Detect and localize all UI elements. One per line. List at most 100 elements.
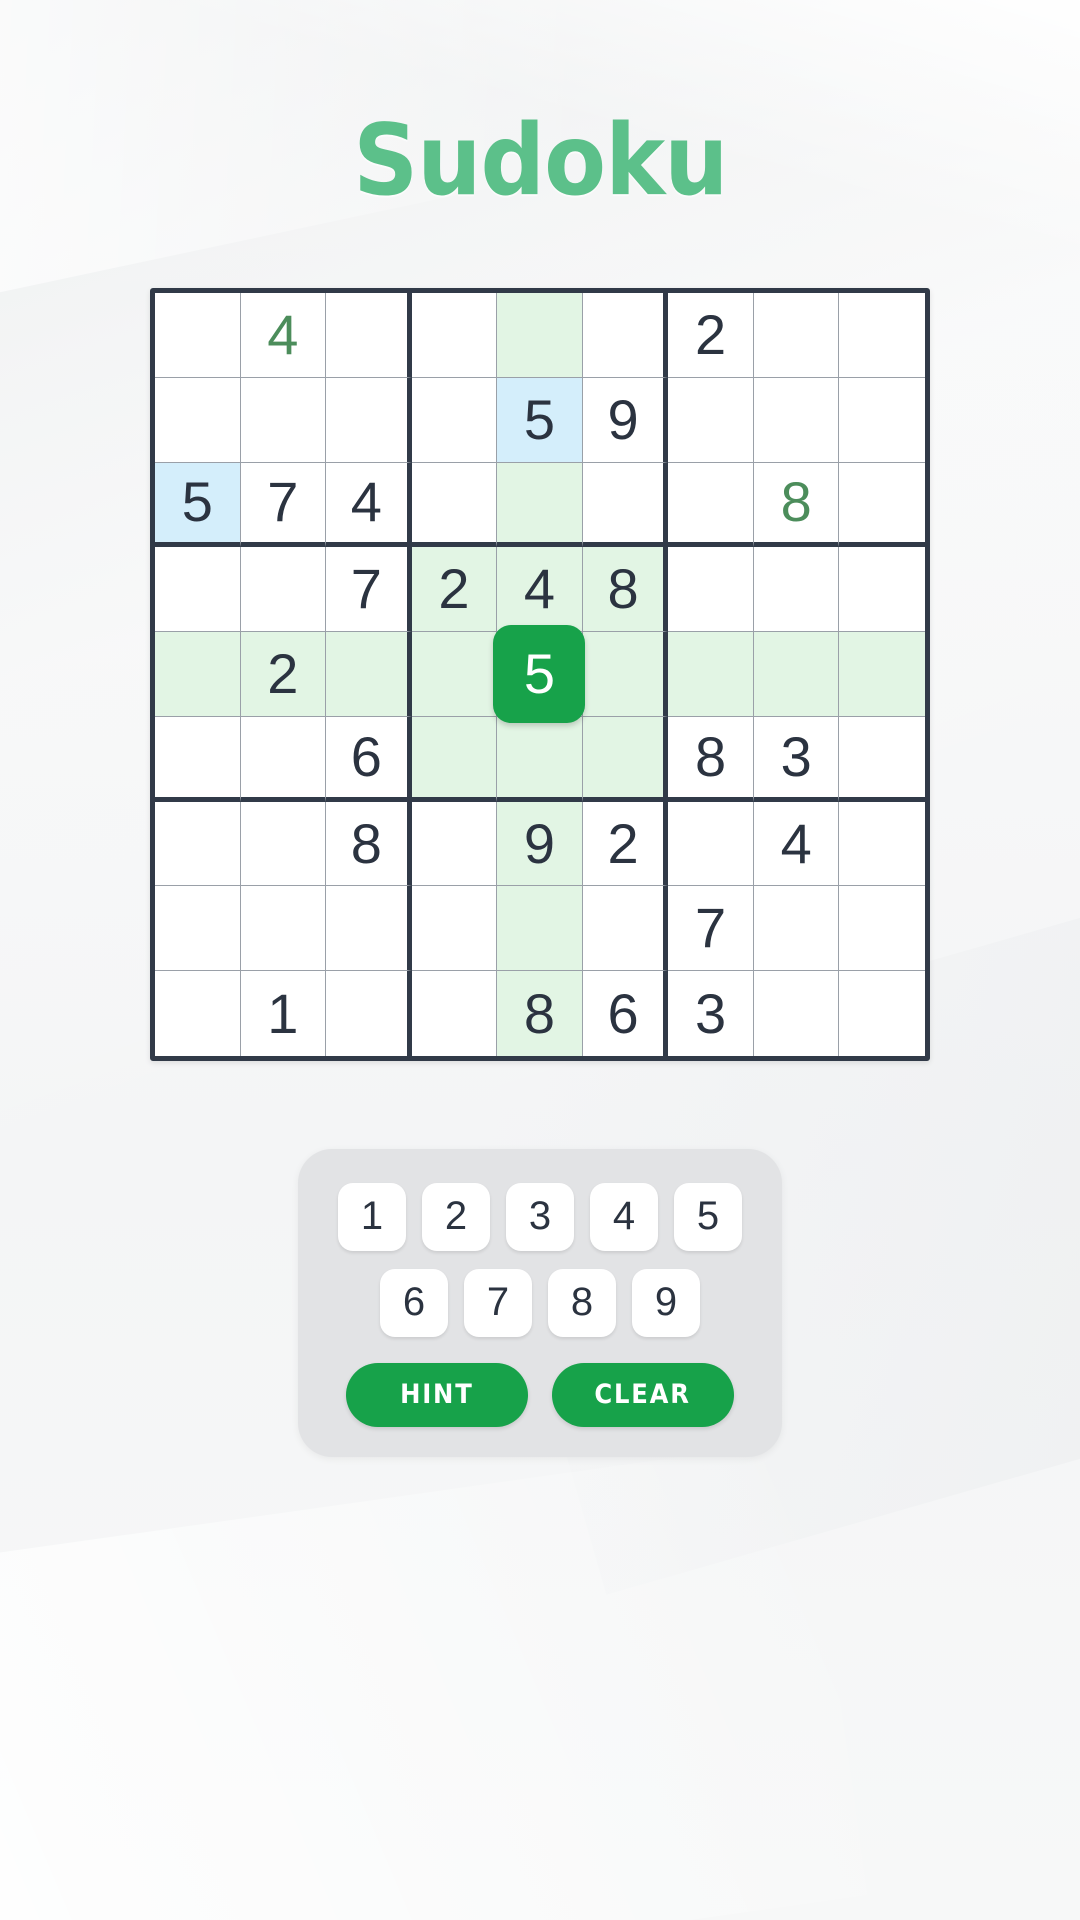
number-key-2[interactable]: 2 [422,1182,490,1251]
number-key-5[interactable]: 5 [674,1182,742,1251]
grid-cell-r1c2[interactable]: 4 [240,292,327,378]
grid-cell-r7c1[interactable] [155,801,241,887]
grid-cell-r7c6[interactable]: 2 [582,801,669,887]
grid-cell-r3c2[interactable]: 7 [240,462,327,548]
grid-cell-r2c2[interactable] [240,377,327,463]
grid-cell-r6c4[interactable] [411,716,498,802]
cell-value: 4 [267,302,299,366]
grid-cell-r6c1[interactable] [155,716,241,802]
grid-cell-r8c7[interactable]: 7 [668,886,754,972]
grid-cell-r8c4[interactable] [411,886,498,972]
number-key-label: 2 [444,1194,468,1239]
number-key-label: 5 [696,1194,720,1239]
grid-cell-r4c1[interactable] [155,547,241,633]
grid-cell-r7c9[interactable] [839,801,925,887]
grid-cell-r9c1[interactable] [155,971,241,1056]
grid-cell-r3c5[interactable] [497,462,583,548]
grid-cell-r5c6[interactable] [582,632,669,717]
grid-cell-r6c7[interactable]: 8 [668,716,754,802]
grid-cell-r7c3[interactable]: 8 [326,801,412,887]
grid-cell-r1c9[interactable] [839,292,925,378]
grid-cell-r9c3[interactable] [326,971,412,1056]
grid-cell-r2c4[interactable] [411,377,498,463]
number-key-8[interactable]: 8 [548,1268,616,1337]
grid-cell-r1c1[interactable] [155,292,241,378]
clear-button[interactable]: CLEAR [552,1362,734,1427]
cell-value: 7 [350,557,382,621]
grid-cell-r3c1[interactable]: 5 [155,462,241,548]
grid-cell-r9c4[interactable] [411,971,498,1056]
grid-cell-r1c8[interactable] [753,292,840,378]
grid-cell-r4c5[interactable]: 4 [497,547,583,633]
hint-button[interactable]: HINT [346,1362,528,1427]
grid-cell-r9c2[interactable]: 1 [240,971,327,1056]
grid-cell-r1c6[interactable] [582,292,669,378]
grid-cell-r3c7[interactable] [668,462,754,548]
grid-cell-r5c2[interactable]: 2 [240,632,327,717]
grid-cell-r1c5[interactable] [497,292,583,378]
grid-cell-r6c5[interactable] [497,716,583,802]
grid-cell-r8c5[interactable] [497,886,583,972]
grid-cell-r6c9[interactable] [839,716,925,802]
grid-cell-r3c9[interactable] [839,462,925,548]
grid-cell-r2c5[interactable]: 5 [497,377,583,463]
grid-cell-r3c6[interactable] [582,462,669,548]
grid-cell-r7c2[interactable] [240,801,327,887]
grid-cell-r4c9[interactable] [839,547,925,633]
grid-cell-r6c8[interactable]: 3 [753,716,840,802]
grid-cell-r8c6[interactable] [582,886,669,972]
grid-cell-r1c3[interactable] [326,292,412,378]
grid-cell-r9c7[interactable]: 3 [668,971,754,1056]
grid-cell-r8c8[interactable] [753,886,840,972]
grid-cell-r6c3[interactable]: 6 [326,716,412,802]
grid-cell-r3c4[interactable] [411,462,498,548]
grid-cell-r9c9[interactable] [839,971,925,1056]
number-pad-row-1: 1 2 3 4 5 [338,1182,742,1251]
grid-cell-r5c9[interactable] [839,632,925,717]
grid-cell-r2c3[interactable] [326,377,412,463]
number-key-4[interactable]: 4 [590,1182,658,1251]
grid-cell-r8c1[interactable] [155,886,241,972]
grid-cell-r2c8[interactable] [753,377,840,463]
grid-cell-r5c1[interactable] [155,632,241,717]
grid-cell-r5c7[interactable] [668,632,754,717]
grid-cell-r2c1[interactable] [155,377,241,463]
grid-cell-r2c7[interactable] [668,377,754,463]
grid-cell-r4c7[interactable] [668,547,754,633]
grid-cell-r8c2[interactable] [240,886,327,972]
number-key-7[interactable]: 7 [464,1268,532,1337]
number-key-9[interactable]: 9 [632,1268,700,1337]
grid-cell-r5c4[interactable] [411,632,498,717]
grid-cell-r7c7[interactable] [668,801,754,887]
grid-cell-r1c7[interactable]: 2 [668,292,754,378]
grid-cell-r9c8[interactable] [753,971,840,1056]
grid-cell-r2c6[interactable]: 9 [582,377,669,463]
sudoku-board[interactable]: 42595748724825683892471863 [150,287,930,1061]
grid-cell-r4c2[interactable] [240,547,327,633]
grid-cell-r4c3[interactable]: 7 [326,547,412,633]
grid-cell-r9c6[interactable]: 6 [582,971,669,1056]
number-key-label: 4 [612,1194,636,1239]
grid-cell-r4c8[interactable] [753,547,840,633]
grid-cell-r5c8[interactable] [753,632,840,717]
grid-cell-r4c6[interactable]: 8 [582,547,669,633]
grid-cell-r5c3[interactable] [326,632,412,717]
grid-cell-r5c5[interactable]: 5 [493,624,586,723]
number-key-3[interactable]: 3 [506,1182,574,1251]
number-key-6[interactable]: 6 [380,1268,448,1337]
grid-cell-r6c2[interactable] [240,716,327,802]
number-key-1[interactable]: 1 [338,1182,406,1251]
grid-cell-r7c8[interactable]: 4 [753,801,840,887]
grid-cell-r9c5[interactable]: 8 [497,971,583,1056]
cell-value: 5 [523,641,556,705]
grid-cell-r8c3[interactable] [326,886,412,972]
grid-cell-r7c5[interactable]: 9 [497,801,583,887]
grid-cell-r1c4[interactable] [411,292,498,378]
grid-cell-r2c9[interactable] [839,377,925,463]
grid-cell-r3c3[interactable]: 4 [326,462,412,548]
grid-cell-r3c8[interactable]: 8 [753,462,840,548]
grid-cell-r7c4[interactable] [411,801,498,887]
grid-cell-r4c4[interactable]: 2 [411,547,498,633]
grid-cell-r6c6[interactable] [582,716,669,802]
grid-cell-r8c9[interactable] [839,886,925,972]
